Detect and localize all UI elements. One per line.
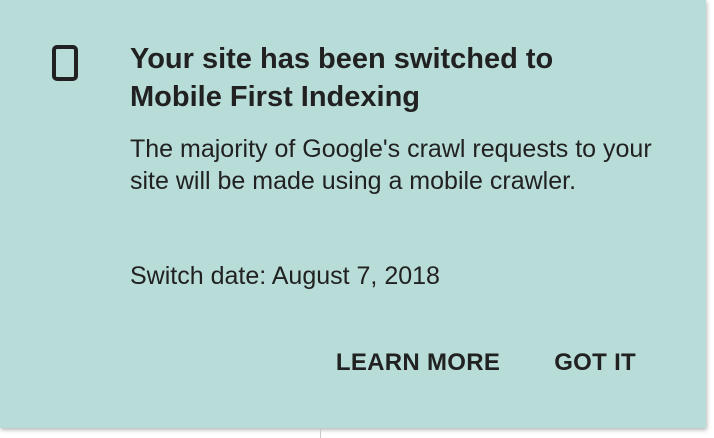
got-it-button[interactable]: GOT IT bbox=[554, 345, 636, 381]
dialog-body: The majority of Google's crawl requests … bbox=[130, 135, 652, 195]
notification-card: Your site has been switched to Mobile Fi… bbox=[0, 0, 706, 428]
dialog-actions: LEARN MORE GOT IT bbox=[336, 345, 636, 381]
smartphone-icon bbox=[52, 45, 78, 81]
learn-more-button[interactable]: LEARN MORE bbox=[336, 345, 500, 381]
dialog-title: Your site has been switched to Mobile Fi… bbox=[130, 43, 554, 113]
background-divider bbox=[320, 428, 321, 438]
switch-date: Switch date: August 7, 2018 bbox=[130, 262, 440, 290]
